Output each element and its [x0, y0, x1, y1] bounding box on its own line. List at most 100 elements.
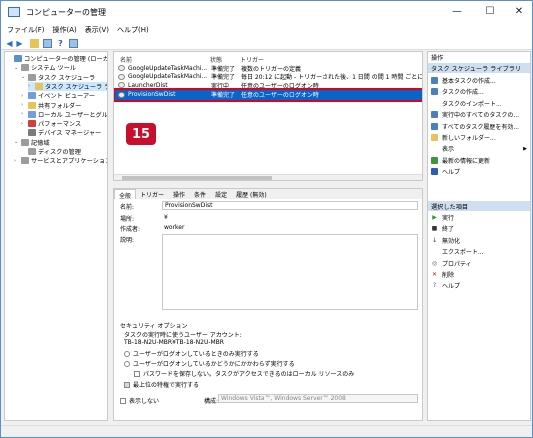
tab-conditions[interactable]: 条件 — [190, 189, 211, 199]
menu-help[interactable]: ヘルプ(H) — [117, 25, 149, 35]
actions-pane: 操作 タスク スケジューラ ライブラリ 基本タスクの作成... タスクの作成...… — [427, 51, 531, 421]
help-icon[interactable]: ? — [56, 39, 65, 48]
name-field[interactable]: ProvisionSwDist — [162, 201, 418, 210]
task-row[interactable]: GoogleUpdateTaskMachi... 準備完了 毎日 20:12 に起動… — [115, 73, 422, 81]
author-value: worker — [164, 224, 185, 231]
expand-arrow-icon[interactable]: ⌄ — [14, 139, 21, 145]
tree-item-label: システム ツール — [31, 65, 77, 73]
actions-section-library[interactable]: タスク スケジューラ ライブラリ — [428, 63, 530, 73]
disk-icon — [28, 148, 36, 155]
back-icon[interactable]: ◀ — [5, 39, 14, 48]
close-button[interactable]: ✕ — [504, 3, 532, 19]
option-hidden[interactable]: 表示しない — [120, 396, 159, 405]
menu-file[interactable]: ファイル(F) — [7, 25, 45, 35]
tab-actions[interactable]: 操作 — [169, 189, 190, 199]
column-name[interactable]: 名前 — [120, 55, 132, 64]
author-label: 作成者: — [120, 226, 141, 233]
action-item[interactable]: 表示 ▶ — [431, 144, 529, 154]
basic-task-icon — [431, 77, 438, 84]
tree-item[interactable]: ⌄ システム ツール — [14, 63, 76, 72]
option-no-password[interactable]: パスワードを保存しない。タスクがアクセスできるのはローカル リソースのみ — [134, 369, 354, 378]
tree-item[interactable]: デバイス マネージャー — [21, 128, 101, 137]
tree-item[interactable]: › パフォーマンス — [21, 119, 81, 128]
collapse-arrow-icon[interactable]: › — [14, 158, 21, 164]
action-item[interactable]: エクスポート... — [431, 247, 529, 256]
tab-general[interactable]: 全般 — [114, 189, 137, 200]
action-item[interactable]: すべてのタスク履歴を有効... — [431, 122, 529, 131]
config-select[interactable]: Windows Vista™, Windows Server™ 2008 — [218, 394, 418, 403]
task-name-cell: GoogleUpdateTaskMachi... — [128, 73, 208, 81]
tree-item-label: イベント ビューアー — [38, 93, 96, 101]
horizontal-scrollbar[interactable] — [114, 174, 422, 180]
minimize-button[interactable]: — — [442, 3, 472, 19]
show-action-pane-icon[interactable] — [69, 38, 78, 48]
tab-triggers[interactable]: トリガー — [136, 189, 169, 199]
forward-icon[interactable]: ▶ — [15, 39, 24, 48]
option-logged-on-or-not[interactable]: ユーザーがログオンしているかどうかにかかわらず実行する — [124, 359, 295, 368]
description-field[interactable] — [162, 234, 418, 310]
show-tree-icon[interactable] — [43, 38, 52, 48]
collapse-arrow-icon[interactable]: › — [28, 83, 35, 89]
blank-icon — [431, 145, 438, 152]
task-clock-icon — [118, 65, 125, 71]
action-item[interactable]: 新しいフォルダー... — [431, 133, 529, 142]
tree-item[interactable]: コンピューターの管理 (ローカル) — [7, 54, 107, 63]
action-item[interactable]: ↓ 無効化 — [431, 236, 529, 245]
tree-item[interactable]: › サービスとアプリケーション — [14, 156, 107, 165]
tree-item-label: タスク スケジューラ — [38, 74, 96, 82]
scrollbar-thumb[interactable] — [122, 176, 272, 180]
expand-arrow-icon[interactable]: ⌄ — [21, 74, 28, 80]
services-icon — [21, 157, 29, 165]
clock-icon — [28, 73, 36, 81]
action-item[interactable]: タスクのインポート... — [431, 99, 529, 108]
run-as-label: タスクの実行時に使うユーザー アカウント: — [124, 332, 242, 339]
tree-item-label: ローカル ユーザーとグループ — [38, 111, 108, 119]
tree-item[interactable]: › 共有フォルダー — [21, 101, 81, 110]
menu-action[interactable]: 操作(A) — [53, 25, 77, 35]
tree-item[interactable]: ディスクの管理 — [21, 147, 81, 156]
collapse-arrow-icon[interactable]: › — [21, 111, 28, 117]
action-item[interactable]: ヘルプ — [431, 167, 529, 176]
submenu-arrow-icon: ▶ — [523, 145, 527, 152]
collapse-arrow-icon[interactable]: › — [21, 102, 28, 108]
maximize-button[interactable]: ☐ — [475, 3, 505, 19]
option-logged-on-only[interactable]: ユーザーがログオンしているときのみ実行する — [124, 349, 259, 358]
expand-arrow-icon[interactable]: ⌄ — [14, 65, 21, 71]
action-item[interactable]: ■ 終了 — [431, 224, 529, 233]
action-item[interactable]: ▶ 実行 — [431, 213, 529, 222]
task-row[interactable]: LauncherDist 実行中 任意のユーザーのログオン時 — [115, 81, 422, 90]
tree-item-label: ディスクの管理 — [38, 149, 81, 156]
tab-settings[interactable]: 設定 — [211, 189, 232, 199]
action-item-label: タスクのインポート... — [442, 100, 502, 108]
tree-item[interactable]: ⌄ 記憶域 — [14, 138, 50, 147]
up-folder-icon[interactable] — [30, 38, 39, 48]
tree-item[interactable]: › ローカル ユーザーとグループ — [21, 110, 108, 119]
actions-section-selected[interactable]: 選択した項目 — [428, 201, 530, 211]
tree-item[interactable]: ⌄ タスク スケジューラ — [21, 73, 95, 82]
option-highest-privileges[interactable]: 最上位の特権で実行する — [124, 380, 199, 389]
action-item[interactable]: 最新の情報に更新 — [431, 156, 529, 165]
action-item[interactable]: ? ヘルプ — [431, 281, 529, 290]
folder-icon — [35, 82, 43, 90]
security-options-title: セキュリティ オプション — [120, 323, 188, 330]
menu-view[interactable]: 表示(V) — [85, 25, 109, 35]
action-item[interactable]: ✕ 削除 — [431, 270, 529, 279]
task-trigger-cell: 任意のユーザーのログオン時 — [241, 92, 319, 100]
action-item[interactable]: タスクの作成... — [431, 87, 529, 96]
collapse-arrow-icon[interactable]: › — [21, 121, 28, 127]
action-item[interactable]: ◎ プロパティ — [431, 259, 529, 268]
action-item-label: 新しいフォルダー... — [442, 135, 496, 142]
help-icon: ? — [432, 282, 437, 290]
action-item[interactable]: 基本タスクの作成... — [431, 76, 529, 85]
tab-history[interactable]: 履歴 (無効) — [232, 189, 272, 199]
task-trigger-cell: 任意のユーザーのログオン時 — [241, 82, 319, 90]
task-name-cell: LauncherDist — [128, 81, 168, 89]
task-row[interactable]: GoogleUpdateTaskMachi... 準備完了 複数のトリガーの定義 — [115, 64, 422, 73]
option-whether-label: ユーザーがログオンしているかどうかにかかわらず実行する — [133, 361, 295, 368]
action-item[interactable]: 実行中のすべてのタスクの... — [431, 110, 529, 119]
tree-item[interactable]: › タスク スケジューラ ライ — [28, 81, 107, 91]
task-row[interactable]: ProvisionSwDist 準備完了 任意のユーザーのログオン時 — [114, 87, 422, 102]
collapse-arrow-icon[interactable]: › — [21, 93, 28, 99]
tree-item-label: コンピューターの管理 (ローカル) — [24, 56, 107, 63]
tree-item[interactable]: › イベント ビューアー — [21, 91, 95, 100]
